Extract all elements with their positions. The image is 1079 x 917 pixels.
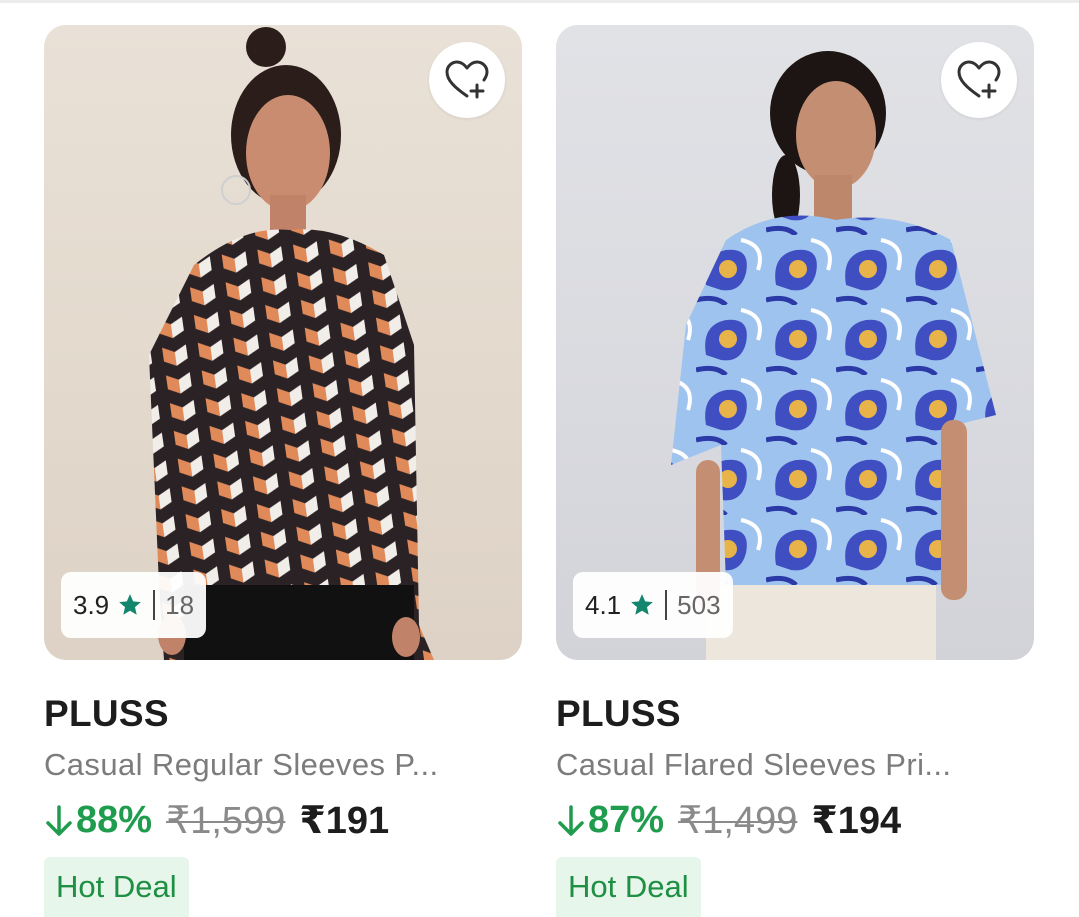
star-icon: [629, 592, 655, 618]
hot-deal-badge: Hot Deal: [556, 857, 701, 917]
product-card[interactable]: 4.1 503 PLUSS Casual Flared Sleeves Pri.…: [556, 25, 1034, 917]
rating-count: 18: [165, 589, 195, 620]
product-title: Casual Regular Sleeves P...: [44, 747, 439, 782]
wishlist-button[interactable]: [941, 42, 1017, 118]
wishlist-button[interactable]: [429, 42, 505, 118]
price-row: 88% ₹1,599 ₹191: [44, 798, 389, 843]
hot-deal-badge: Hot Deal: [44, 857, 189, 917]
rating-value: 4.1: [585, 589, 622, 620]
heart-plus-icon: [957, 60, 1001, 99]
product-image[interactable]: 3.9 18: [44, 25, 522, 660]
product-title: Casual Flared Sleeves Pri...: [556, 747, 952, 782]
mrp-price: ₹1,499: [678, 800, 798, 842]
product-card[interactable]: 3.9 18 PLUSS Casual Regular Sleeves P...…: [44, 25, 522, 917]
discount-percent: 87%: [588, 799, 665, 841]
rating-badge: 3.9 18: [61, 572, 207, 638]
arrow-down-icon: [556, 804, 586, 838]
product-grid: 3.9 18 PLUSS Casual Regular Sleeves P...…: [0, 0, 1079, 917]
discount-percent: 88%: [76, 799, 153, 841]
discount: 88%: [44, 799, 152, 842]
product-image[interactable]: 4.1 503: [556, 25, 1034, 660]
rating-separator: [665, 590, 668, 620]
final-price: ₹191: [299, 800, 390, 842]
mrp-price: ₹1,599: [166, 800, 286, 842]
arrow-down-icon: [44, 804, 74, 838]
price-row: 87% ₹1,499 ₹194: [556, 798, 901, 843]
rating-value: 3.9: [73, 589, 110, 620]
rating-separator: [153, 590, 156, 620]
product-photo: [149, 27, 434, 660]
star-icon: [117, 592, 143, 618]
final-price: ₹194: [811, 800, 902, 842]
product-brand: PLUSS: [556, 693, 681, 734]
discount: 87%: [556, 799, 664, 842]
product-photo: [671, 51, 996, 660]
rating-badge: 4.1 503: [573, 572, 733, 638]
heart-plus-icon: [445, 60, 489, 99]
rating-count: 503: [677, 589, 721, 620]
product-brand: PLUSS: [44, 693, 169, 734]
